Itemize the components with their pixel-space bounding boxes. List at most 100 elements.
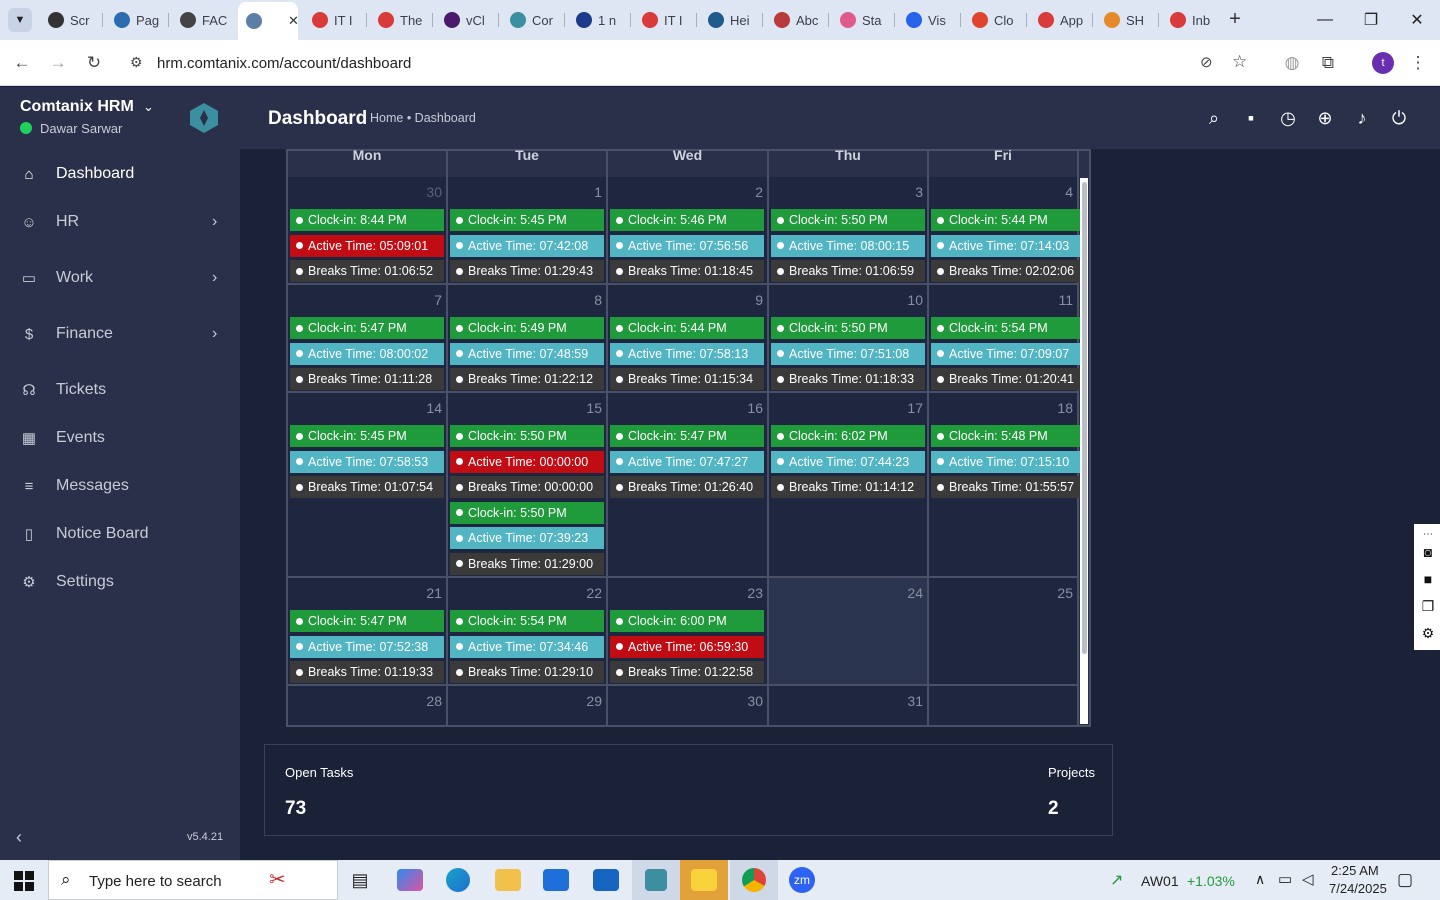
- calendar-day-number[interactable]: 8: [594, 292, 602, 308]
- calendar-day-number[interactable]: 16: [747, 400, 763, 416]
- attendance-event[interactable]: Clock-in: 5:49 PM: [450, 317, 604, 339]
- browser-menu-icon[interactable]: ⋮: [1406, 51, 1430, 75]
- clock-icon[interactable]: ◷: [1277, 107, 1299, 129]
- browser-tab[interactable]: Pag: [106, 8, 162, 32]
- browser-tab[interactable]: IT I: [304, 8, 360, 32]
- globe-icon[interactable]: ◍: [1280, 51, 1304, 75]
- calendar-day-number[interactable]: 21: [426, 585, 442, 601]
- attendance-event[interactable]: Clock-in: 5:47 PM: [610, 425, 764, 447]
- forward-button[interactable]: →: [46, 51, 70, 75]
- sidebar-item-events[interactable]: ▦ Events: [0, 416, 240, 460]
- close-window-button[interactable]: ✕: [1394, 0, 1440, 40]
- attendance-event[interactable]: Breaks Time: 01:26:40: [610, 476, 764, 498]
- add-circle-icon[interactable]: ⊕: [1314, 107, 1336, 129]
- attendance-event[interactable]: Active Time: 07:15:10: [931, 450, 1085, 473]
- app-name[interactable]: Comtanix HRM: [20, 98, 134, 116]
- address-bar[interactable]: ⚙ hrm.comtanix.com/account/dashboard ⊘ ☆: [120, 46, 1266, 80]
- calendar-day-number[interactable]: 23: [747, 585, 763, 601]
- calendar-day-number[interactable]: 9: [755, 292, 763, 308]
- attendance-event[interactable]: Clock-in: 5:54 PM: [450, 610, 604, 632]
- back-button[interactable]: ←: [10, 51, 34, 75]
- calendar-day-cell[interactable]: 4 Clock-in: 5:44 PM Active Time: 07:14:03 B…: [929, 177, 1085, 285]
- attendance-event[interactable]: Clock-in: 5:50 PM: [771, 317, 925, 339]
- attendance-event[interactable]: Breaks Time: 01:11:28: [290, 368, 444, 390]
- calendar-day-number[interactable]: 11: [1058, 292, 1073, 308]
- attendance-event[interactable]: Breaks Time: 00:00:00: [450, 476, 604, 498]
- browser-tab[interactable]: Cor: [502, 8, 558, 32]
- attendance-event[interactable]: Breaks Time: 01:19:33: [290, 661, 444, 683]
- zoom-icon[interactable]: zm: [778, 860, 826, 900]
- attendance-event[interactable]: Clock-in: 5:47 PM: [290, 610, 444, 632]
- calendar-day-number[interactable]: 25: [1057, 585, 1073, 601]
- volume-icon[interactable]: ◁: [1302, 870, 1314, 888]
- calendar-day-cell[interactable]: 23 Clock-in: 6:00 PM Active Time: 06:59:30…: [608, 578, 769, 686]
- calendar-day-number[interactable]: 4: [1065, 184, 1073, 200]
- reload-button[interactable]: ↻: [82, 51, 106, 75]
- browser-tab[interactable]: Clo: [964, 8, 1020, 32]
- attendance-event[interactable]: Active Time: 08:00:15: [771, 234, 925, 257]
- calendar-day-cell[interactable]: 21 Clock-in: 5:47 PM Active Time: 07:52:38…: [288, 578, 448, 686]
- calendar-day-cell[interactable]: 22 Clock-in: 5:54 PM Active Time: 07:34:46…: [448, 578, 608, 686]
- calendar-day-cell[interactable]: 7 Clock-in: 5:47 PM Active Time: 08:00:02 B…: [288, 285, 448, 393]
- attendance-event[interactable]: Clock-in: 5:44 PM: [931, 209, 1085, 231]
- sidebar-item-settings[interactable]: ⚙ Settings: [0, 560, 240, 604]
- calendar-day-cell[interactable]: 8 Clock-in: 5:49 PM Active Time: 07:48:59 B…: [448, 285, 608, 393]
- calendar-day-cell[interactable]: 29: [448, 686, 608, 727]
- calendar-day-cell[interactable]: 10 Clock-in: 5:50 PM Active Time: 07:51:08…: [769, 285, 929, 393]
- sidebar-item-notice-board[interactable]: ▯ Notice Board: [0, 512, 240, 556]
- attendance-event[interactable]: Breaks Time: 01:06:59: [771, 260, 925, 282]
- calendar-day-number[interactable]: 29: [586, 693, 602, 709]
- open-tasks-value[interactable]: 73: [285, 798, 306, 820]
- calendar-day-cell[interactable]: 18 Clock-in: 5:48 PM Active Time: 07:15:10…: [929, 393, 1085, 578]
- attendance-event[interactable]: Clock-in: 5:46 PM: [610, 209, 764, 231]
- attendance-event[interactable]: Active Time: 06:59:30: [610, 635, 764, 658]
- attendance-event[interactable]: Clock-in: 5:44 PM: [610, 317, 764, 339]
- app-logo[interactable]: [188, 102, 220, 134]
- calendar-day-cell[interactable]: 1 Clock-in: 5:45 PM Active Time: 07:42:08 B…: [448, 177, 608, 285]
- bookmark-star-icon[interactable]: ☆: [1232, 52, 1247, 72]
- calendar-day-number[interactable]: 24: [907, 585, 923, 601]
- attendance-event[interactable]: Clock-in: 5:50 PM: [771, 209, 925, 231]
- attendance-event[interactable]: Breaks Time: 01:18:45: [610, 260, 764, 282]
- gear-icon[interactable]: ⚙: [1420, 625, 1436, 641]
- attendance-event[interactable]: Active Time: 07:47:27: [610, 450, 764, 473]
- sidebar-item-finance[interactable]: $ Finance ›: [0, 312, 240, 356]
- windows-start-icon[interactable]: [14, 871, 34, 891]
- attendance-event[interactable]: Breaks Time: 01:22:58: [610, 661, 764, 683]
- sticky-note-icon[interactable]: ▪: [1240, 107, 1262, 129]
- calendar-day-cell[interactable]: 9 Clock-in: 5:44 PM Active Time: 07:58:13 B…: [608, 285, 769, 393]
- attendance-event[interactable]: Breaks Time: 01:29:00: [450, 552, 604, 575]
- attendance-event[interactable]: Clock-in: 5:45 PM: [450, 209, 604, 231]
- attendance-event[interactable]: Clock-in: 5:50 PM: [450, 425, 604, 447]
- calendar-day-number[interactable]: 7: [434, 292, 442, 308]
- stock-chart-icon[interactable]: ↗: [1110, 870, 1123, 890]
- browser-tab[interactable]: Inb: [1162, 8, 1218, 32]
- browser-tab[interactable]: IT I: [634, 8, 690, 32]
- attendance-event[interactable]: Breaks Time: 01:06:52: [290, 260, 444, 282]
- attendance-event[interactable]: Clock-in: 5:45 PM: [290, 425, 444, 447]
- projects-value[interactable]: 2: [1048, 798, 1059, 820]
- site-info-icon[interactable]: ⚙: [130, 54, 143, 71]
- system-tray-chevron-icon[interactable]: ∧: [1255, 871, 1265, 888]
- attendance-event[interactable]: Clock-in: 6:02 PM: [771, 425, 925, 447]
- calendar-day-number[interactable]: 22: [586, 585, 602, 601]
- video-icon[interactable]: ■: [1420, 571, 1436, 587]
- calendar-day-cell[interactable]: 30: [608, 686, 769, 727]
- collapse-sidebar-icon[interactable]: ‹: [16, 827, 22, 848]
- attendance-event[interactable]: Breaks Time: 01:07:54: [290, 476, 444, 498]
- minimize-button[interactable]: —: [1302, 0, 1348, 40]
- attendance-event[interactable]: Clock-in: 5:47 PM: [290, 317, 444, 339]
- calendar-day-number[interactable]: 1: [594, 184, 602, 200]
- profile-avatar[interactable]: t: [1372, 52, 1394, 74]
- browser-tab[interactable]: The: [370, 8, 426, 32]
- bell-icon[interactable]: ♪: [1351, 107, 1373, 129]
- attendance-event[interactable]: Clock-in: 6:00 PM: [610, 610, 764, 632]
- chrome-icon[interactable]: [730, 860, 778, 900]
- sidebar-item-messages[interactable]: ≡ Messages: [0, 464, 240, 508]
- calendar-day-cell[interactable]: 11 Clock-in: 5:54 PM Active Time: 07:09:07…: [929, 285, 1085, 393]
- notifications-icon[interactable]: ▢: [1397, 870, 1413, 890]
- calendar-day-number[interactable]: 28: [426, 693, 442, 709]
- chevron-down-icon[interactable]: ⌄: [143, 99, 154, 115]
- calendar-day-number[interactable]: 17: [907, 400, 923, 416]
- sidebar-item-work[interactable]: ▭ Work ›: [0, 256, 240, 300]
